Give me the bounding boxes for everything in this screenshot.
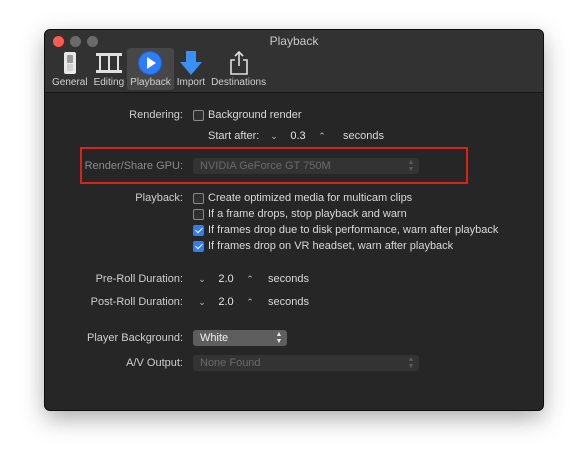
start-after-value[interactable]: 0.3 [281,130,315,142]
tab-playback-label: Playback [130,77,171,88]
editing-filmstrip-icon [95,50,123,76]
preferences-toolbar: General Editing Playback Import Destinat… [49,48,269,90]
disk-frame-drop-checkbox[interactable] [193,225,204,236]
tab-import-label: Import [176,77,206,88]
optimized-media-label: Create optimized media for multicam clip… [208,192,413,204]
av-output-value: None Found [200,357,261,369]
import-arrow-icon [177,50,205,76]
tab-general-label: General [52,77,88,88]
preroll-value[interactable]: 2.0 [209,273,243,285]
playback-label: Playback: [135,192,183,204]
player-background-value: White [200,332,229,344]
av-output-popup[interactable]: None Found ▲ ▼ [193,355,419,371]
vr-frame-drop-label: If frames drop on VR headset, warn after… [208,240,454,252]
frame-drop-stop-label: If a frame drops, stop playback and warn [208,208,407,220]
destinations-share-icon [225,50,253,76]
tab-editing[interactable]: Editing [91,48,128,90]
av-output-label: A/V Output: [126,357,183,369]
frame-drop-stop-checkbox[interactable] [193,209,204,220]
gpu-value: NVIDIA GeForce GT 750M [200,160,331,172]
preroll-stepper[interactable]: ⌄ 2.0 ⌃ [195,270,257,288]
background-render-checkbox[interactable] [193,110,204,121]
optimized-media-checkbox[interactable] [193,193,204,204]
postroll-label: Post-Roll Duration: [90,296,183,308]
popup-chevrons-icon: ▲ ▼ [407,356,415,370]
preferences-window: Playback General Editing Playback Import… [45,30,543,410]
popup-chevrons-icon: ▲ ▼ [407,159,415,173]
general-switch-icon [56,50,84,76]
chevron-up-icon[interactable]: ⌃ [243,274,257,285]
preroll-label: Pre-Roll Duration: [95,273,183,285]
gpu-popup[interactable]: NVIDIA GeForce GT 750M ▲ ▼ [193,158,419,174]
chevron-up-icon[interactable]: ⌃ [315,131,329,142]
popup-chevrons-icon: ▲ ▼ [275,331,283,345]
disk-frame-drop-label: If frames drop due to disk performance, … [208,224,499,236]
preroll-unit: seconds [268,273,309,285]
player-background-popup[interactable]: White ▲ ▼ [193,330,287,346]
postroll-stepper[interactable]: ⌄ 2.0 ⌃ [195,293,257,311]
chevron-down-icon[interactable]: ⌄ [195,274,209,285]
tab-playback[interactable]: Playback [127,48,174,90]
chevron-down-icon[interactable]: ⌄ [267,131,281,142]
vr-frame-drop-checkbox[interactable] [193,241,204,252]
window-title: Playback [269,34,319,48]
tab-import[interactable]: Import [174,48,208,90]
rendering-label: Rendering: [129,109,183,121]
start-after-unit: seconds [343,130,384,142]
chevron-up-icon[interactable]: ⌃ [243,297,257,308]
postroll-unit: seconds [268,296,309,308]
start-after-stepper[interactable]: ⌄ 0.3 ⌃ [267,127,329,145]
tab-editing-label: Editing [93,77,125,88]
chevron-down-icon[interactable]: ⌄ [195,297,209,308]
tab-general[interactable]: General [49,48,91,90]
background-render-label: Background render [208,109,302,121]
title-bar: Playback General Editing Playback Import… [45,30,543,93]
gpu-label: Render/Share GPU: [84,160,183,172]
tab-destinations[interactable]: Destinations [208,48,269,90]
postroll-value[interactable]: 2.0 [209,296,243,308]
start-after-label: Start after: [208,130,260,142]
tab-destinations-label: Destinations [211,77,267,88]
player-background-label: Player Background: [87,332,183,344]
playback-play-icon [136,50,164,76]
